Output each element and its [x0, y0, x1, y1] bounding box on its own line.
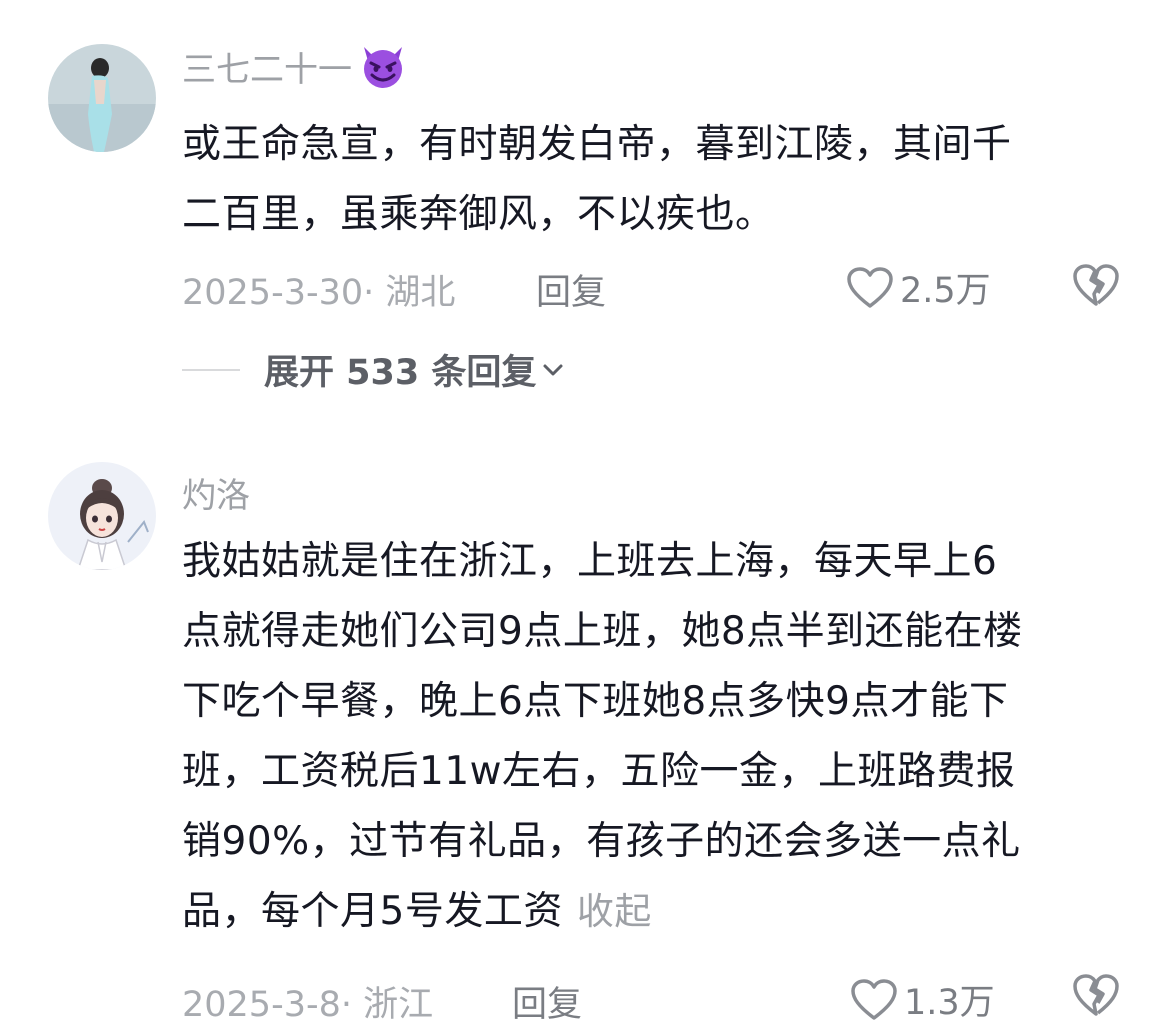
comment-line: 销90%，过节有礼品，有孩子的还会多送一点礼: [182, 819, 1021, 864]
comment-item: 灼洛 我姑姑就是住在浙江，上班去上海，每天早上6 点就得走她们公司9点上班，她8…: [0, 0, 1170, 1025]
comment-date-location: 2025-3-8· 浙江: [182, 985, 434, 1025]
reply-button[interactable]: 回复: [512, 976, 582, 1027]
collapse-button[interactable]: 收起: [577, 890, 652, 933]
like-count: 1.3万: [904, 983, 995, 1023]
comment-line: 品，每个月5号发工资 收起: [182, 877, 1122, 947]
username[interactable]: 灼洛: [182, 468, 250, 517]
dislike-button[interactable]: [1072, 972, 1120, 1022]
comment-line: 下吃个早餐，晚上6点下班她8点多快9点才能下: [182, 679, 1009, 724]
comment-text[interactable]: 我姑姑就是住在浙江，上班去上海，每天早上6 点就得走她们公司9点上班，她8点半到…: [182, 527, 1122, 947]
username-text[interactable]: 灼洛: [182, 468, 250, 517]
heart-outline-icon: [851, 978, 897, 1020]
broken-heart-icon: [1073, 974, 1119, 1016]
like-button[interactable]: 1.3万: [850, 974, 995, 1025]
comment-line: 我姑姑就是住在浙江，上班去上海，每天早上6: [182, 539, 998, 584]
comment-line: 班，工资税后11w左右，五险一金，上班路费报: [182, 749, 1016, 794]
avatar[interactable]: [48, 462, 156, 570]
comment-line-text: 品，每个月5号发工资: [182, 889, 563, 934]
comment-line: 点就得走她们公司9点上班，她8点半到还能在楼: [182, 609, 1023, 654]
